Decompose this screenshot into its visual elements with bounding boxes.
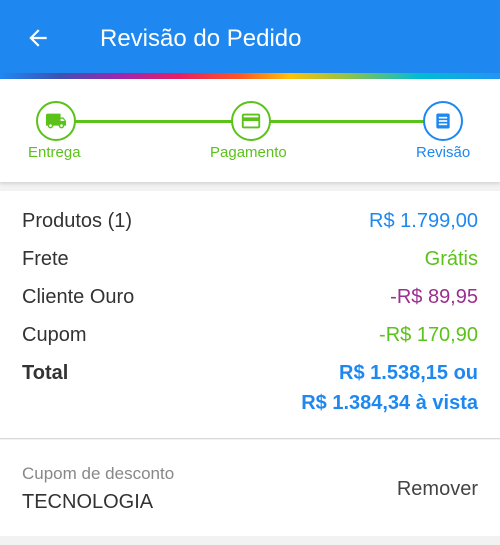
summary-row-coupon: Cupom -R$ 170,90 [22,322,478,348]
step-connector [74,120,232,123]
checkout-stepper: Entrega Pagamento Revisão [0,79,500,182]
back-button[interactable] [22,22,54,54]
page-title: Revisão do Pedido [100,25,302,52]
step-revisao[interactable] [423,101,463,141]
summary-row-gold-client: Cliente Ouro -R$ 89,95 [22,284,478,310]
step-label-pagamento: Pagamento [210,144,287,161]
coupon-caption: Cupom de desconto [22,464,175,483]
coupon-value: -R$ 170,90 [379,324,478,346]
coupon-section: Cupom de desconto TECNOLOGIA Remover [0,440,500,536]
total-label: Total [22,362,69,384]
total-value-cash: R$ 1.384,34 à vista [301,392,478,414]
step-label-entrega: Entrega [28,144,81,161]
credit-card-icon [241,113,261,129]
coupon-label: Cupom [22,324,87,346]
step-label-revisao: Revisão [416,144,471,161]
products-value: R$ 1.799,00 [369,210,478,232]
total-value: R$ 1.538,15 ou R$ 1.384,34 à vista [301,358,478,418]
step-pagamento[interactable] [231,101,271,141]
remove-coupon-button[interactable]: Remover [397,478,478,501]
step-entrega[interactable] [36,101,76,141]
truck-icon [45,113,67,129]
gold-client-label: Cliente Ouro [22,286,135,308]
arrow-left-icon [29,29,47,47]
order-summary: Produtos (1) R$ 1.799,00 Frete Grátis Cl… [0,191,500,439]
shipping-label: Frete [22,248,69,270]
coupon-code: TECNOLOGIA [22,491,154,513]
summary-row-products: Produtos (1) R$ 1.799,00 [22,208,478,234]
products-label: Produtos (1) [22,210,133,232]
shipping-value: Grátis [424,248,478,270]
step-connector [270,120,424,123]
app-bar: Revisão do Pedido [0,0,500,73]
total-value-installments: R$ 1.538,15 ou [339,362,478,384]
summary-row-shipping: Frete Grátis [22,246,478,272]
gold-client-value: -R$ 89,95 [390,286,478,308]
receipt-icon [436,113,450,129]
